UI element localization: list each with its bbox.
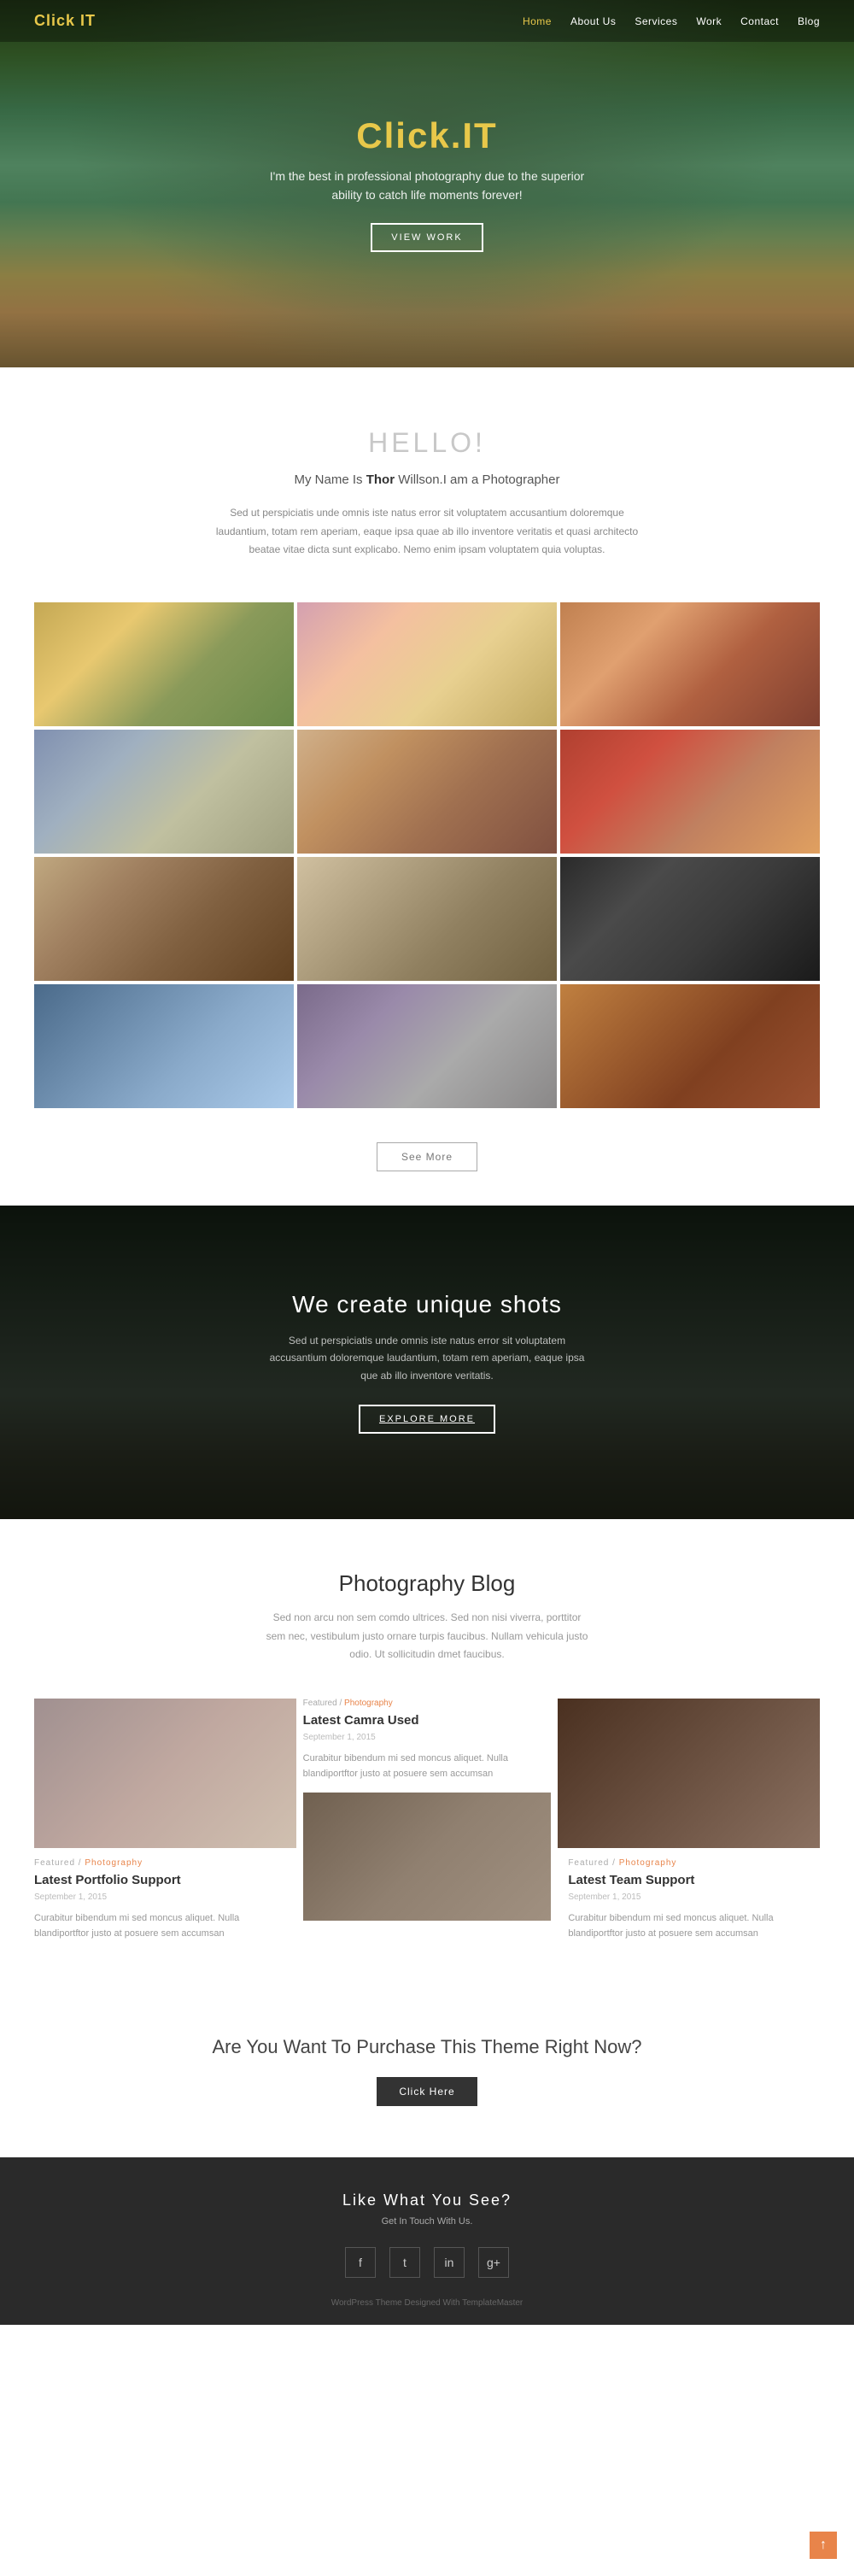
dark-cta-section: We create unique shots Sed ut perspiciat…: [0, 1206, 854, 1519]
blog-card-left: Featured / Photography Latest Portfolio …: [34, 1699, 296, 1942]
blog-excerpt-right: Curabitur bibendum mi sed moncus aliquet…: [568, 1910, 820, 1942]
footer-social: f t in g+: [34, 2247, 820, 2278]
nav-about[interactable]: About Us: [570, 15, 616, 27]
facebook-icon[interactable]: f: [345, 2247, 376, 2278]
hero-section: Click.IT I'm the best in professional ph…: [0, 0, 854, 367]
blog-tag-right: Featured / Photography: [568, 1858, 820, 1868]
blog-tag-center: Featured / Photography: [303, 1699, 552, 1708]
blog-body-left: Featured / Photography Latest Portfolio …: [34, 1848, 296, 1942]
blog-tag-left: Featured / Photography: [34, 1858, 286, 1868]
hello-intro: My Name Is Thor Willson.I am a Photograp…: [34, 472, 820, 487]
footer-credit: WordPress Theme Designed With TemplateMa…: [34, 2298, 820, 2308]
hello-heading: HELLO!: [34, 427, 820, 459]
hello-name: Thor: [366, 472, 395, 487]
blog-grid: Featured / Photography Latest Portfolio …: [34, 1699, 820, 1942]
blog-section: Photography Blog Sed non arcu non sem co…: [0, 1519, 854, 1985]
portfolio-item[interactable]: [560, 730, 820, 854]
portfolio-item[interactable]: [560, 857, 820, 981]
hero-subtitle: I'm the best in professional photography…: [265, 167, 589, 205]
blog-date-left: September 1, 2015: [34, 1892, 286, 1902]
google-plus-icon[interactable]: g+: [478, 2247, 509, 2278]
footer-title: Like What You See?: [34, 2192, 820, 2209]
purchase-section: Are You Want To Purchase This Theme Righ…: [0, 1985, 854, 2157]
portfolio-item[interactable]: [560, 984, 820, 1108]
hero-title-part1: Click: [356, 115, 450, 155]
portfolio-item[interactable]: [34, 730, 294, 854]
portfolio-item[interactable]: [297, 984, 557, 1108]
portfolio-item[interactable]: [297, 602, 557, 726]
blog-image-center: [303, 1793, 552, 1921]
scroll-to-top-button[interactable]: ↑: [810, 2532, 837, 2559]
blog-date-right: September 1, 2015: [568, 1892, 820, 1902]
footer: Like What You See? Get In Touch With Us.…: [0, 2157, 854, 2325]
nav-contact[interactable]: Contact: [740, 15, 779, 27]
site-logo[interactable]: Click IT: [34, 12, 96, 30]
dark-description: Sed ut perspiciatis unde omnis iste natu…: [265, 1332, 589, 1384]
blog-post-title-center: Latest Camra Used: [303, 1713, 552, 1728]
portfolio-grid: [0, 602, 854, 1108]
explore-more-button[interactable]: Explore More: [359, 1405, 495, 1434]
blog-date-center: September 1, 2015: [303, 1733, 552, 1742]
blog-excerpt-left: Curabitur bibendum mi sed moncus aliquet…: [34, 1910, 286, 1942]
blog-excerpt-center: Curabitur bibendum mi sed moncus aliquet…: [303, 1751, 552, 1782]
portfolio-item[interactable]: [34, 984, 294, 1108]
footer-subtitle: Get In Touch With Us.: [34, 2216, 820, 2227]
dark-title: We create unique shots: [34, 1291, 820, 1318]
blog-section-desc: Sed non arcu non sem comdo ultrices. Sed…: [265, 1609, 589, 1664]
hero-content: Click.IT I'm the best in professional ph…: [265, 115, 589, 253]
blog-post-title-left: Latest Portfolio Support: [34, 1873, 286, 1887]
click-here-button[interactable]: Click Here: [377, 2077, 477, 2106]
hello-section: HELLO! My Name Is Thor Willson.I am a Ph…: [0, 367, 854, 602]
dark-content: We create unique shots Sed ut perspiciat…: [34, 1291, 820, 1434]
hero-title: Click.IT: [265, 115, 589, 156]
nav-work[interactable]: Work: [696, 15, 722, 27]
nav-services[interactable]: Services: [635, 15, 677, 27]
view-work-button[interactable]: VIEW WORK: [371, 223, 483, 252]
portfolio-item[interactable]: [34, 602, 294, 726]
twitter-icon[interactable]: t: [389, 2247, 420, 2278]
navbar: Click IT Home About Us Services Work Con…: [0, 0, 854, 42]
nav-blog[interactable]: Blog: [798, 15, 820, 27]
nav-links: Home About Us Services Work Contact Blog: [523, 15, 820, 27]
blog-image-left: [34, 1699, 296, 1848]
blog-card-center: Featured / Photography Latest Camra Used…: [296, 1699, 559, 1942]
portfolio-item[interactable]: [560, 602, 820, 726]
blog-post-title-right: Latest Team Support: [568, 1873, 820, 1887]
blog-section-title: Photography Blog: [34, 1570, 820, 1597]
purchase-title: Are You Want To Purchase This Theme Righ…: [34, 2036, 820, 2058]
portfolio-item[interactable]: [34, 857, 294, 981]
blog-image-right: [558, 1699, 820, 1848]
blog-card-right: Featured / Photography Latest Team Suppo…: [558, 1699, 820, 1942]
portfolio-item[interactable]: [297, 730, 557, 854]
blog-body-right: Featured / Photography Latest Team Suppo…: [558, 1848, 820, 1942]
hello-description: Sed ut perspiciatis unde omnis iste natu…: [214, 504, 640, 560]
hero-title-part2: IT: [462, 115, 497, 155]
portfolio-item[interactable]: [297, 857, 557, 981]
linkedin-icon[interactable]: in: [434, 2247, 465, 2278]
hero-title-dot: .: [451, 115, 463, 155]
see-more-wrapper: See More: [0, 1108, 854, 1206]
see-more-button[interactable]: See More: [377, 1142, 477, 1171]
nav-home[interactable]: Home: [523, 15, 552, 27]
logo-text: Click IT: [34, 12, 96, 29]
